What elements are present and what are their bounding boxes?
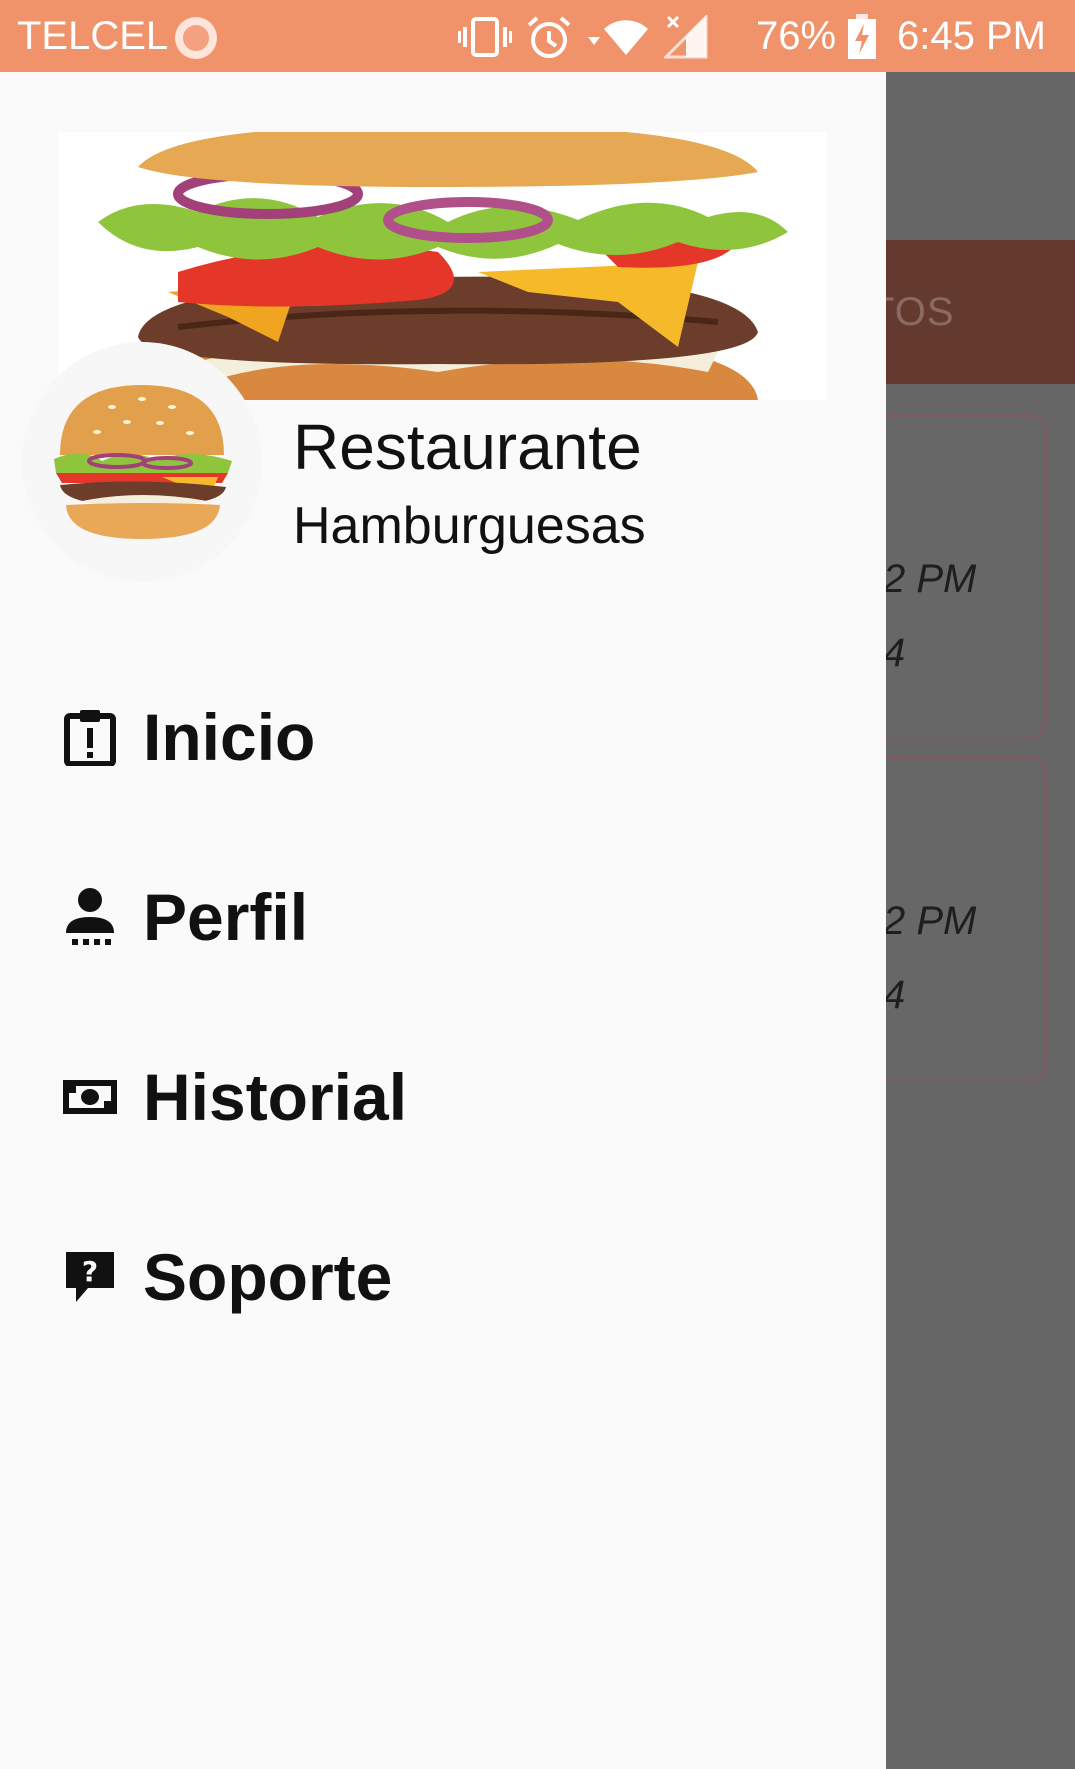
restaurant-avatar[interactable] bbox=[22, 342, 262, 582]
menu-item-label: Soporte bbox=[143, 1240, 393, 1314]
menu-item-label: Historial bbox=[143, 1060, 408, 1134]
vibrate-icon bbox=[458, 17, 512, 57]
card-time: 2 PM bbox=[883, 899, 977, 943]
carrier-name: TELCEL bbox=[17, 14, 169, 58]
card-number: 4 bbox=[883, 631, 906, 675]
navigation-drawer: Restaurante Hamburguesas Inicio Perfil H… bbox=[0, 72, 886, 1769]
restaurant-type: Hamburguesas bbox=[293, 497, 646, 555]
svg-text:?: ? bbox=[82, 1255, 98, 1288]
card-number: 4 bbox=[883, 973, 906, 1017]
menu-item-historial[interactable]: Historial bbox=[0, 1007, 886, 1187]
screen: TELCEL 76% 6:45 PM TOS 2 PM 4 2 PM 4 Res… bbox=[0, 0, 1075, 1769]
hamburger-photo bbox=[54, 385, 232, 539]
wifi-icon bbox=[588, 20, 648, 55]
clipboard-alert-icon bbox=[60, 707, 120, 767]
record-dot-icon bbox=[175, 17, 217, 59]
status-bar: TELCEL 76% 6:45 PM bbox=[0, 0, 1075, 72]
no-signal-icon bbox=[664, 15, 708, 59]
help-chat-icon: ? bbox=[60, 1247, 120, 1307]
restaurant-name: Restaurante bbox=[293, 411, 642, 483]
card-time: 2 PM bbox=[883, 557, 977, 601]
cash-icon bbox=[60, 1067, 120, 1127]
menu-item-label: Perfil bbox=[143, 880, 309, 954]
drawer-menu: Inicio Perfil Historial ? Soporte bbox=[0, 647, 886, 1367]
menu-item-label: Inicio bbox=[143, 700, 316, 774]
menu-item-inicio[interactable]: Inicio bbox=[0, 647, 886, 827]
alarm-icon bbox=[527, 16, 571, 58]
battery-charging-icon bbox=[848, 14, 876, 59]
status-icons bbox=[458, 14, 708, 60]
person-icon bbox=[60, 887, 120, 947]
battery-percent: 76% bbox=[756, 14, 837, 58]
clock: 6:45 PM bbox=[897, 14, 1046, 58]
menu-item-perfil[interactable]: Perfil bbox=[0, 827, 886, 1007]
menu-item-soporte[interactable]: ? Soporte bbox=[0, 1187, 886, 1367]
